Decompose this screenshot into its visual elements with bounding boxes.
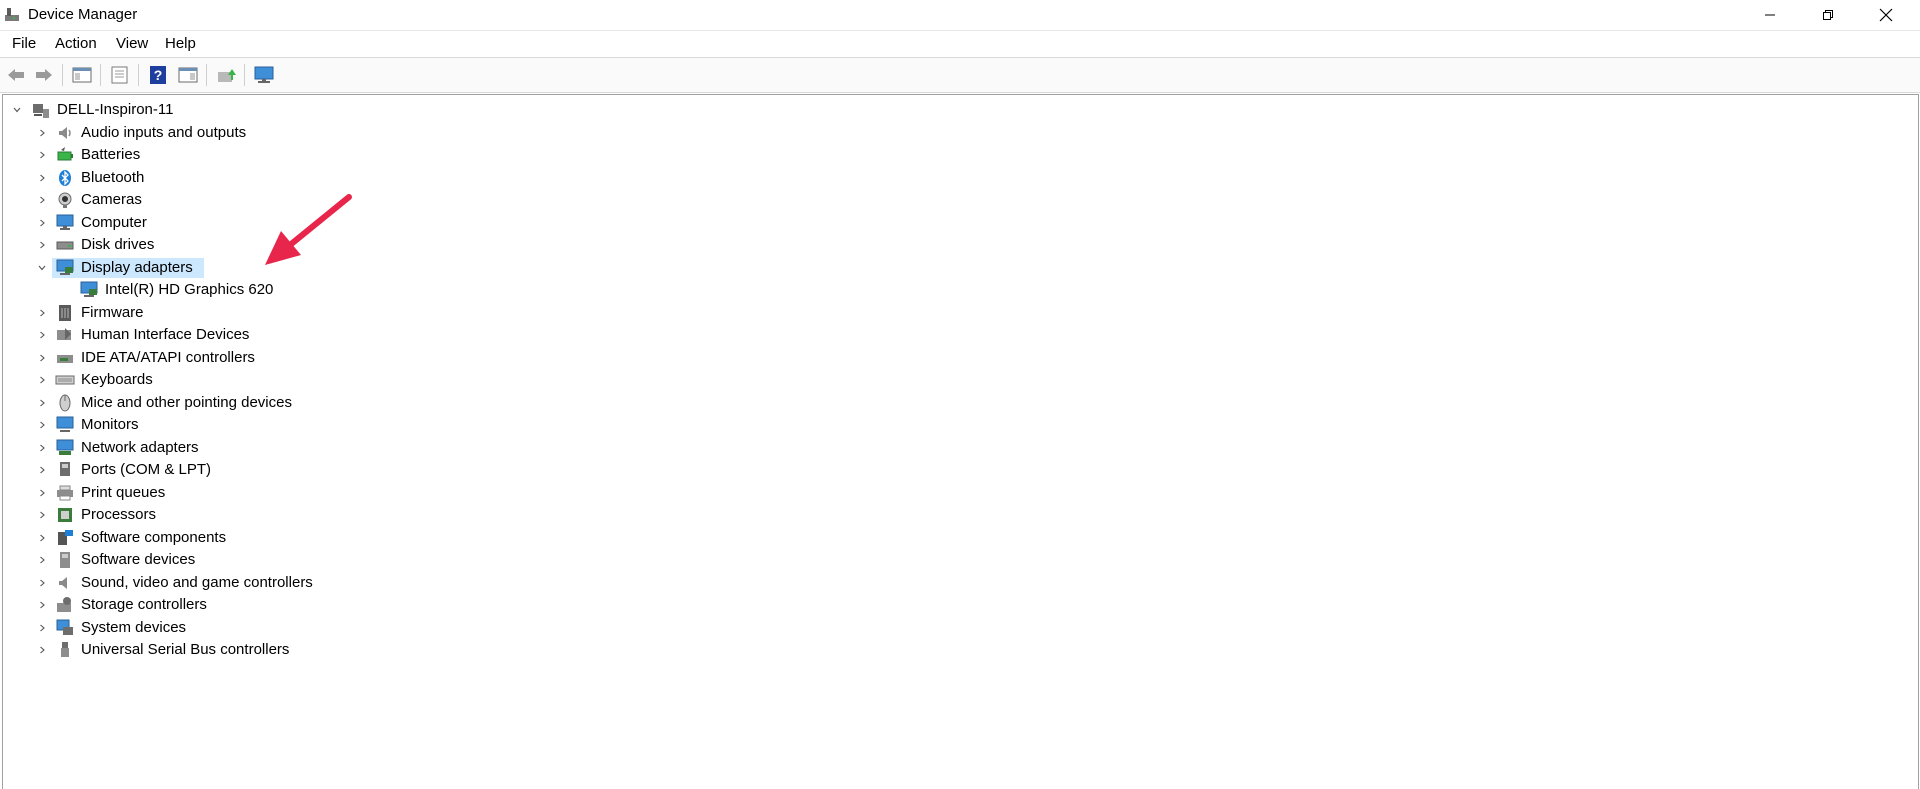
chevron-right-icon[interactable] [37,375,47,385]
processor-icon [58,508,72,522]
chevron-right-icon[interactable] [37,398,47,408]
chevron-right-icon[interactable] [37,578,47,588]
toolbar: ? [0,57,1920,93]
scan-hardware-icon[interactable] [252,63,276,87]
monitor-icon [56,416,74,432]
tree-category-label: System devices [81,618,187,636]
hid-icon [57,328,71,340]
chevron-right-icon[interactable] [37,353,47,363]
tree-category-label: Universal Serial Bus controllers [81,641,290,658]
toolbar-separator [206,64,207,86]
update-driver-icon[interactable] [214,63,238,87]
printer-icon [57,485,73,500]
menu-help[interactable]: Help [165,35,196,52]
tree-category-label: Software devices [81,551,196,568]
tree-category-label: Human Interface Devices [81,326,250,343]
forward-icon[interactable] [32,63,56,87]
chevron-right-icon[interactable] [37,510,47,520]
chevron-right-icon[interactable] [37,330,47,340]
tree-category-label: Processors [81,506,157,523]
sound-controller-icon [59,576,67,589]
software-component-icon [58,529,73,545]
window-title: Device Manager [28,6,138,23]
chevron-right-icon[interactable] [37,623,47,633]
toolbar-separator [244,64,245,86]
tree-category-label: Network adapters [81,438,199,456]
tree-category-label: IDE ATA/ATAPI controllers [81,348,255,366]
ide-controller-icon [57,354,73,363]
title-bar: Device Manager [0,0,1920,30]
menu-view[interactable]: View [116,35,148,52]
chevron-right-icon[interactable] [37,465,47,475]
menu-action[interactable]: Action [55,35,97,52]
chevron-right-icon[interactable] [37,420,47,430]
back-icon[interactable] [4,63,28,87]
tree-category-label: Print queues [81,483,166,501]
restore-button[interactable] [1799,0,1857,30]
usb-icon [61,642,69,657]
tree-category-label: Keyboards [81,371,153,388]
tree-category-label: Monitors [81,416,139,433]
device-tree-panel: DELL-Inspiron-11 Audio inputs and outputs… [2,94,1919,789]
tree-category-label: Sound, video and game controllers [81,573,313,591]
software-device-icon [60,552,70,568]
menu-bar: File Action View Help [0,30,1920,57]
help-icon[interactable]: ? [146,63,170,87]
tree-category-label: Mice and other pointing devices [81,393,292,411]
tree-category-label: Software components [81,528,227,546]
menu-file[interactable]: File [12,35,36,52]
storage-controller-icon [57,597,71,612]
chevron-right-icon[interactable] [37,600,47,610]
network-adapter-icon [56,439,74,455]
tree-category-label: Storage controllers [81,596,207,613]
chevron-right-icon[interactable] [37,645,47,655]
toolbar-separator [62,64,63,86]
chevron-right-icon[interactable] [37,443,47,453]
tree-category-label: Ports (COM & LPT) [81,461,212,478]
port-icon [60,462,70,476]
toolbar-separator [138,64,139,86]
annotation-arrow [265,194,352,265]
keyboard-icon [55,375,75,385]
chevron-right-icon[interactable] [37,488,47,498]
toolbar-separator [100,64,101,86]
show-hide-console-tree-icon[interactable] [70,63,94,87]
svg-text:?: ? [154,67,163,83]
chevron-right-icon[interactable] [37,533,47,543]
mouse-icon [59,394,71,411]
close-button[interactable] [1857,0,1915,30]
chevron-right-icon[interactable] [37,555,47,565]
device-manager-app-icon [5,8,19,21]
action-pane-icon[interactable] [176,63,200,87]
system-device-icon [56,619,73,635]
properties-icon[interactable] [108,63,132,87]
minimize-button[interactable] [1741,0,1799,30]
